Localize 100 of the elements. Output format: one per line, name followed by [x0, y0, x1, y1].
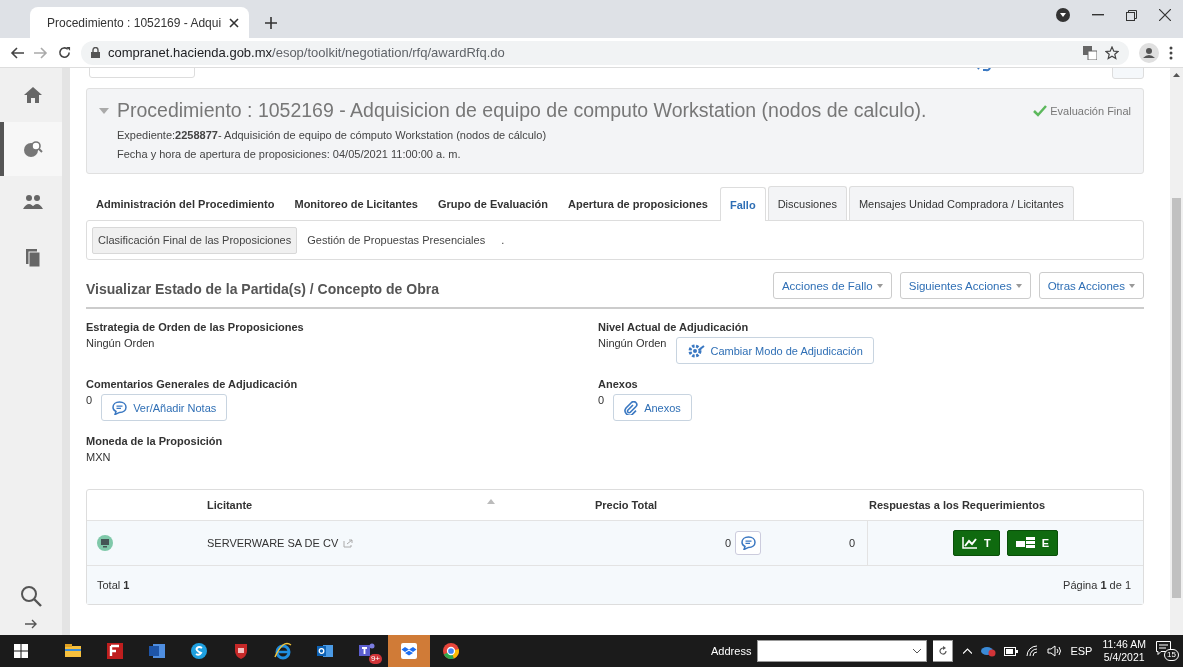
language-indicator[interactable]: ESP	[1070, 645, 1093, 657]
gear-icon	[686, 342, 705, 359]
close-icon[interactable]	[229, 17, 240, 28]
globe-search-icon	[22, 138, 44, 160]
economic-response-button[interactable]: E	[1006, 530, 1059, 556]
skype-app-icon	[189, 641, 209, 661]
restore-icon[interactable]	[1126, 9, 1137, 21]
field-value: 0	[598, 394, 605, 406]
home-icon	[22, 84, 44, 106]
menu-icon[interactable]	[1169, 45, 1173, 60]
money-icon	[1015, 537, 1036, 549]
dropdown-button[interactable]: Otras Acciones	[1038, 272, 1144, 299]
comment-icon	[112, 400, 128, 415]
caret-icon	[876, 283, 883, 288]
chart-icon	[961, 537, 978, 549]
box-app-icon	[399, 641, 419, 661]
checkmark-icon	[1033, 105, 1048, 117]
field-value: Ningún Orden	[86, 337, 155, 349]
word-app-icon	[147, 641, 167, 661]
scroll-up-icon[interactable]	[1173, 73, 1180, 77]
tab[interactable]: Monitoreo de Licitantes	[284, 186, 428, 220]
field-label: Estrategia de Orden de las Proposiciones	[86, 321, 305, 333]
close-icon[interactable]	[1159, 9, 1171, 21]
speaker-icon[interactable]	[1047, 645, 1063, 657]
column-header[interactable]: Respuestas a los Requerimientos	[771, 499, 1143, 511]
sidebar-item[interactable]	[0, 122, 62, 176]
total-count: Total 1	[97, 579, 130, 591]
status-label: Evaluación Final	[1050, 105, 1131, 117]
subtab[interactable]: Clasificación Final de las Proposiciones	[92, 226, 298, 254]
tab[interactable]: Fallo	[719, 187, 766, 221]
reload-icon[interactable]	[58, 46, 71, 59]
avatar-icon[interactable]	[1139, 42, 1159, 63]
notification-center[interactable]: 15	[1156, 641, 1179, 661]
refresh-button[interactable]	[933, 640, 954, 662]
tab[interactable]: Mensajes Unidad Compradora / Licitantes	[848, 186, 1074, 220]
windows-logo-icon	[14, 644, 28, 658]
field-label: Nivel Actual de Adjudicación	[598, 321, 750, 333]
action-button[interactable]: Anexos	[613, 394, 692, 421]
field-value: MXN	[86, 451, 111, 463]
tab-title: Procedimiento : 1052169 - Adqui	[47, 15, 222, 30]
computer-status-icon	[97, 535, 113, 551]
media-icon[interactable]	[1056, 8, 1070, 22]
notification-count: 15	[1164, 649, 1179, 661]
expand-arrow-icon[interactable]	[25, 619, 37, 629]
notification-badge: 9+	[368, 654, 382, 664]
minimize-icon[interactable]	[1092, 14, 1104, 16]
table-cell: 0	[848, 537, 855, 549]
tab[interactable]: Apertura de proposiciones	[558, 186, 718, 220]
caret-icon	[1015, 283, 1022, 288]
dropdown-button[interactable]: Siguientes Acciones	[899, 272, 1031, 299]
back-icon[interactable]	[10, 46, 24, 59]
field-label: Anexos	[598, 378, 639, 390]
taskbar-app[interactable]: 9+	[346, 635, 388, 667]
tab[interactable]: Administración del Procedimiento	[86, 186, 285, 220]
address-bar[interactable]: compranet.hacienda.gob.mx/esop/toolkit/negotiation/rfq/awardRfq.do	[81, 40, 1129, 65]
tab[interactable]: Discusiones	[767, 186, 847, 220]
clock[interactable]: 11:46 AM 5/4/2021	[1102, 638, 1146, 664]
field-label: Moneda de la Proposición	[86, 435, 224, 447]
translate-icon[interactable]	[1083, 45, 1097, 60]
table-cell: 0	[724, 537, 731, 549]
comment-icon	[740, 536, 756, 550]
subtab[interactable]: Gestión de Propuestas Presenciales	[301, 226, 492, 254]
address-field[interactable]	[757, 640, 928, 662]
browser-e-icon	[273, 641, 293, 661]
refresh-icon	[937, 646, 948, 656]
opening-date-text: Fecha y hora de apertura de proposiciones: 04/05/2021 11:00:00 a. m.	[117, 148, 462, 160]
field-value: 0	[86, 394, 93, 406]
action-button[interactable]: Ver/Añadir Notas	[101, 394, 228, 421]
new-tab-icon[interactable]	[265, 17, 278, 29]
search-icon[interactable]	[20, 585, 42, 607]
technical-response-button[interactable]: T	[952, 530, 1000, 556]
column-header[interactable]: Licitante	[191, 499, 481, 511]
battery-icon[interactable]	[1004, 646, 1019, 656]
field-label: Comentarios Generales de Adjudicación	[86, 378, 299, 390]
wifi-icon[interactable]	[1026, 645, 1040, 657]
column-header[interactable]: Precio Total	[481, 499, 771, 511]
paperclip-icon	[624, 400, 639, 415]
fz-app-icon	[105, 641, 125, 661]
subtab[interactable]: .	[495, 226, 511, 254]
field-value: Ningún Orden	[598, 337, 667, 349]
chrome-app-icon	[441, 641, 461, 661]
address-label: Address	[711, 645, 752, 657]
caret-icon	[1129, 283, 1135, 288]
chevron-down-icon[interactable]	[913, 648, 922, 654]
action-button[interactable]: Cambiar Modo de Adjudicación	[675, 337, 874, 364]
table-cell: SERVERWARE SA DE CV	[207, 537, 339, 549]
url-text: compranet.hacienda.gob.mx/esop/toolkit/negotiation/rfq/awardRfq.do	[108, 45, 505, 60]
dropdown-button[interactable]: Acciones de Fallo	[772, 272, 892, 299]
expediente-text: Expediente:2258877- Adquisición de equipo de cómputo Workstation (nodos de cálculo)	[117, 129, 548, 141]
section-title: Visualizar Estado de la Partida(s) / Concepto de Obra	[86, 279, 439, 297]
scrollbar-thumb[interactable]	[1172, 198, 1181, 598]
browser-tab[interactable]: Procedimiento : 1052169 - Adqui	[30, 7, 250, 38]
chevron-up-icon[interactable]	[963, 648, 973, 654]
procedure-title: Procedimiento : 1052169 - Adquisicion de equipo de computo Workstation (nodos de calculo).	[117, 99, 927, 122]
notes-button[interactable]	[735, 531, 761, 555]
tab[interactable]: Grupo de Evaluación	[427, 186, 558, 220]
star-icon[interactable]	[1105, 45, 1119, 60]
page-indicator: Página 1 de 1	[1063, 579, 1131, 591]
lock-icon	[91, 47, 100, 58]
cloud-error-icon[interactable]	[980, 645, 997, 657]
